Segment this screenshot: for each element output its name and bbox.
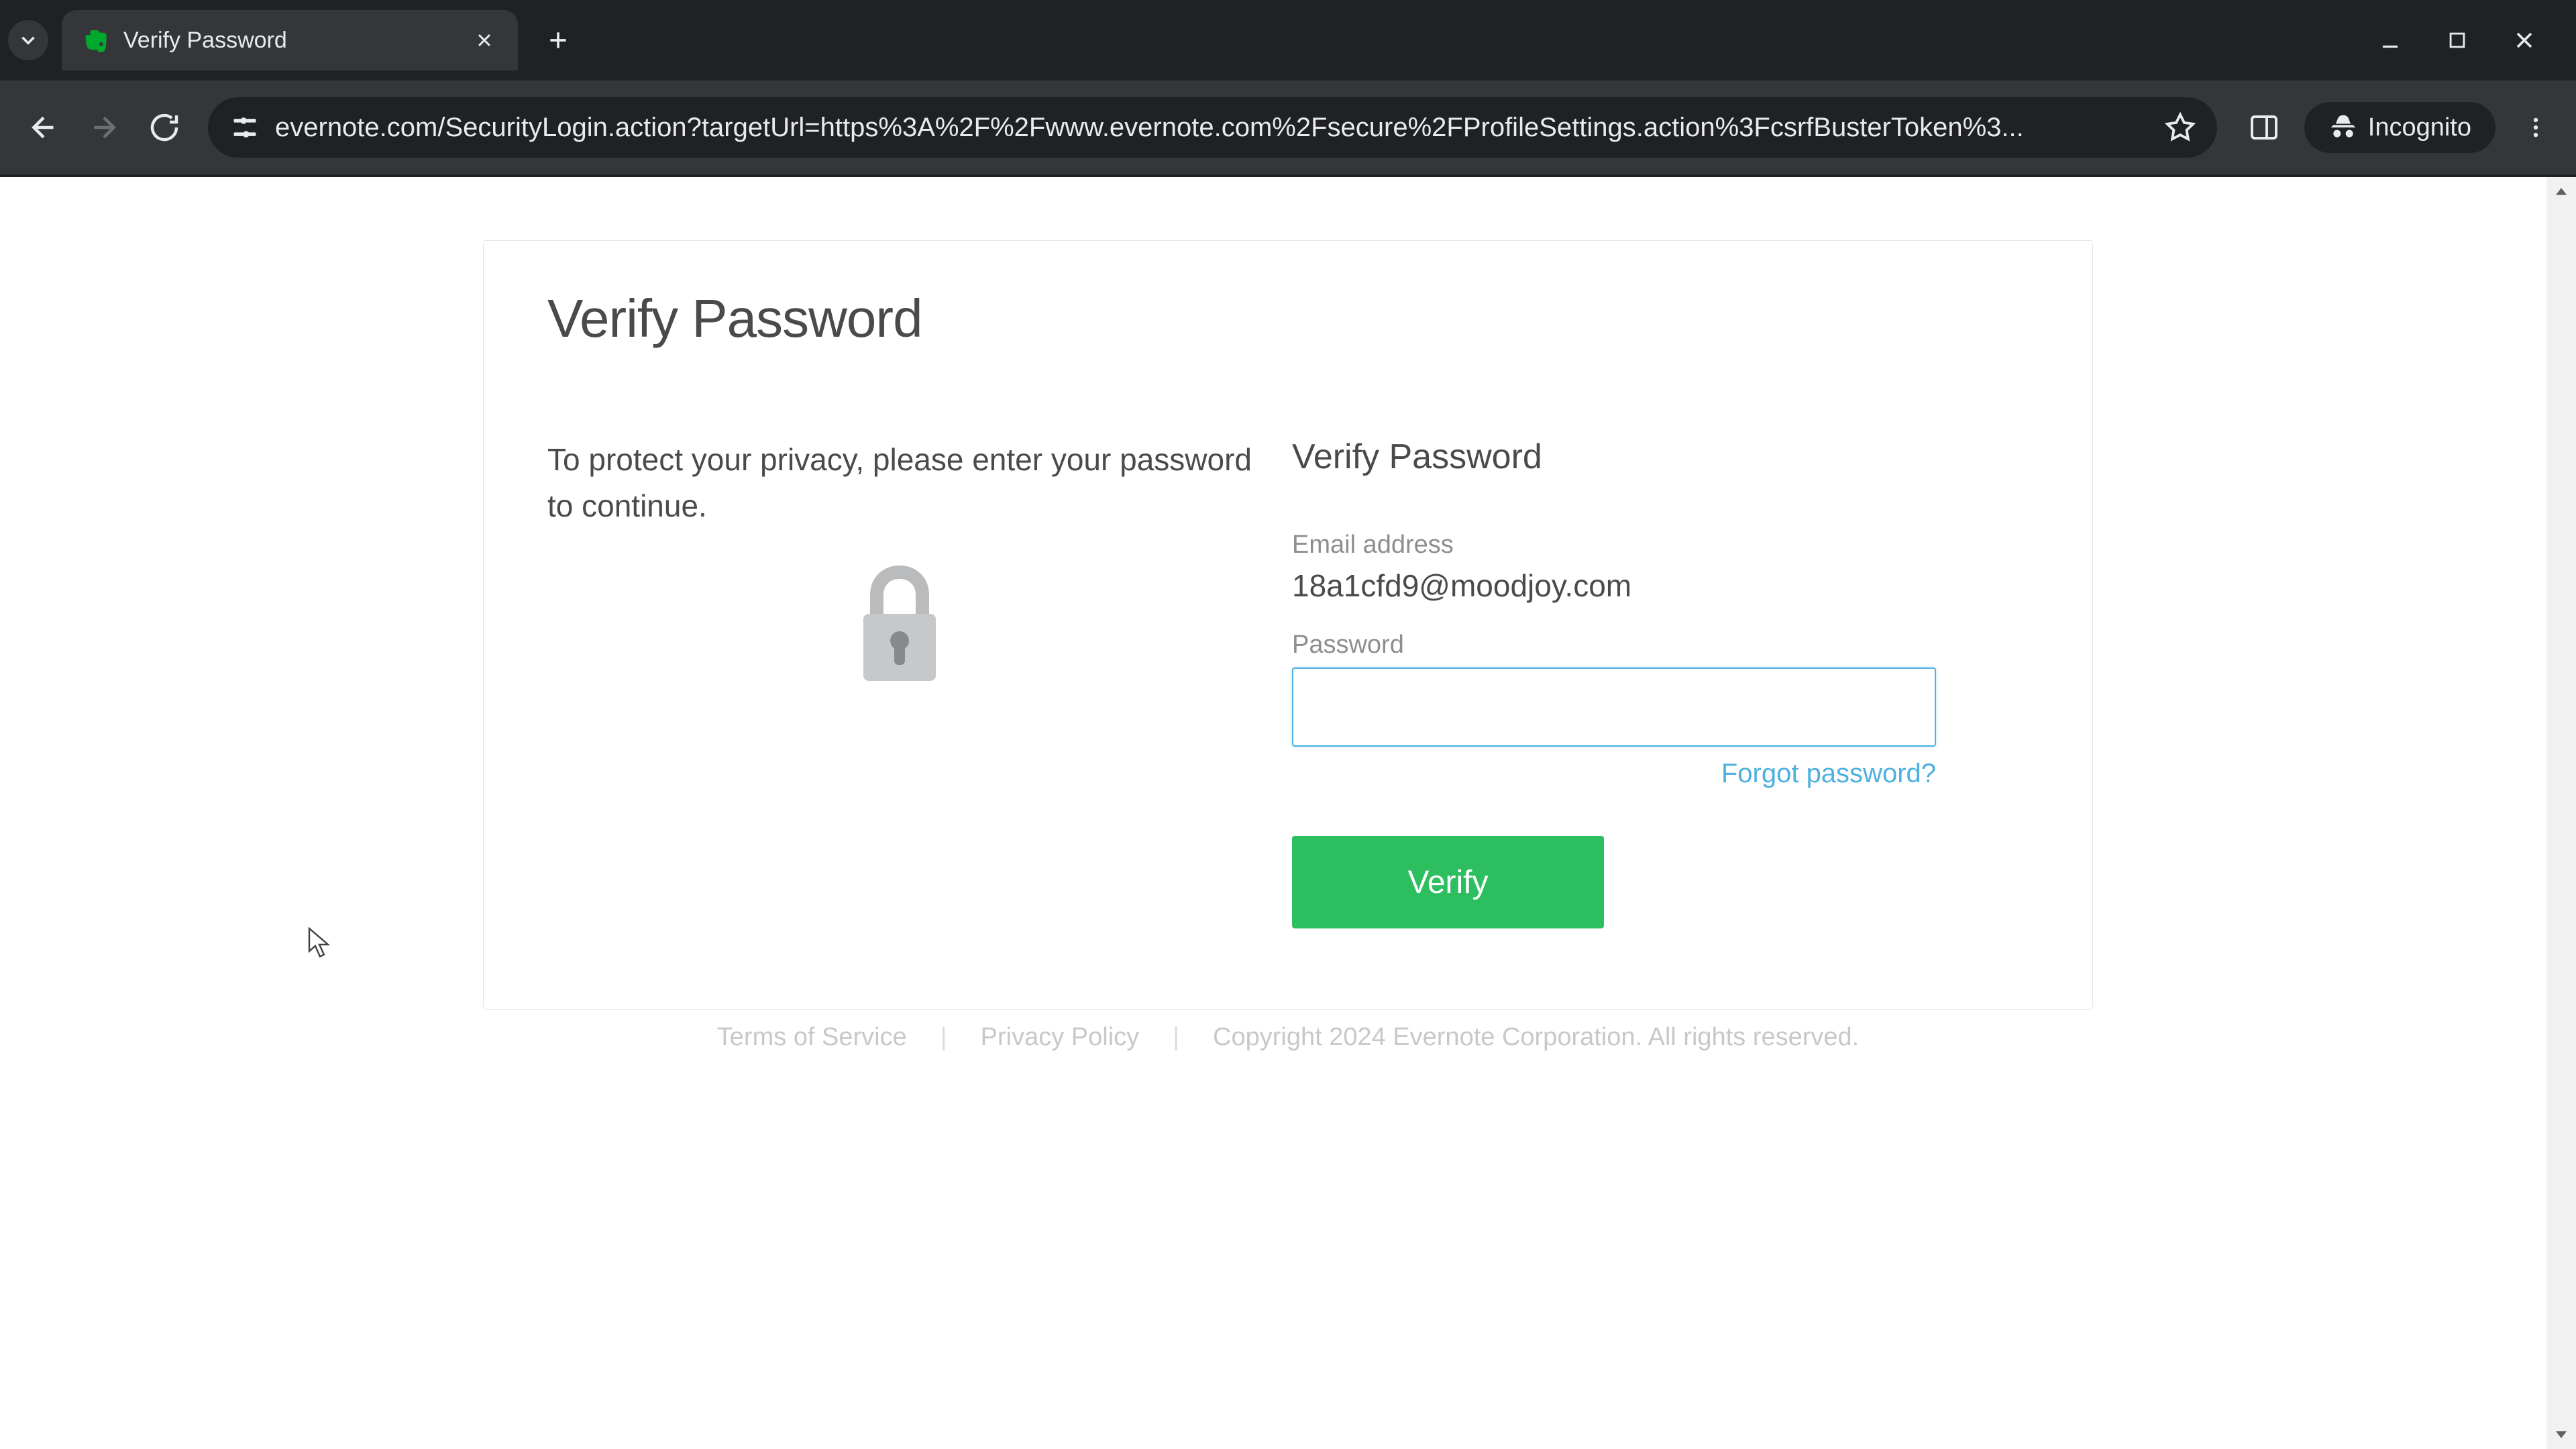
nav-forward-button[interactable] [80, 104, 127, 151]
side-panel-button[interactable] [2244, 107, 2284, 148]
lock-icon [547, 563, 1252, 690]
page-content: Verify Password To protect your privacy,… [0, 177, 2576, 1449]
incognito-icon [2328, 113, 2358, 142]
form-column: Verify Password Email address 18a1cfd9@m… [1292, 437, 1949, 928]
form-heading: Verify Password [1292, 437, 1949, 477]
scroll-down-arrow-icon[interactable] [2546, 1419, 2576, 1449]
tab-close-button[interactable] [471, 27, 498, 54]
mouse-cursor-icon [308, 927, 332, 963]
footer: Terms of Service | Privacy Policy | Copy… [0, 1023, 2576, 1052]
privacy-link[interactable]: Privacy Policy [981, 1023, 1140, 1052]
page-title: Verify Password [547, 288, 2029, 350]
verify-button[interactable]: Verify [1292, 836, 1604, 928]
site-settings-icon[interactable] [228, 111, 262, 144]
scroll-up-arrow-icon[interactable] [2546, 177, 2576, 207]
forgot-row: Forgot password? [1292, 759, 1936, 789]
copyright-text: Copyright 2024 Evernote Corporation. All… [1213, 1023, 1859, 1052]
url-text: evernote.com/SecurityLogin.action?target… [275, 113, 2150, 143]
address-bar-row: evernote.com/SecurityLogin.action?target… [0, 80, 2576, 174]
browser-menu-button[interactable] [2516, 107, 2556, 148]
two-column-layout: To protect your privacy, please enter yo… [547, 437, 2029, 928]
forgot-password-link[interactable]: Forgot password? [1721, 759, 1936, 789]
address-bar[interactable]: evernote.com/SecurityLogin.action?target… [208, 97, 2217, 158]
scrollbar[interactable] [2546, 177, 2576, 1449]
tab-bar: Verify Password [0, 0, 2576, 80]
tab-title: Verify Password [123, 28, 458, 54]
footer-divider: | [941, 1023, 947, 1052]
minimize-button[interactable] [2373, 23, 2407, 57]
info-column: To protect your privacy, please enter yo… [547, 437, 1252, 928]
browser-chrome: Verify Password [0, 0, 2576, 177]
incognito-label: Incognito [2368, 113, 2471, 142]
footer-divider: | [1173, 1023, 1179, 1052]
evernote-favicon-icon [82, 26, 110, 54]
nav-back-button[interactable] [20, 104, 67, 151]
verify-card: Verify Password To protect your privacy,… [483, 240, 2093, 1010]
incognito-badge[interactable]: Incognito [2304, 102, 2496, 153]
window-controls [2373, 23, 2568, 57]
terms-link[interactable]: Terms of Service [717, 1023, 907, 1052]
privacy-description: To protect your privacy, please enter yo… [547, 437, 1252, 529]
tab-search-dropdown[interactable] [8, 20, 48, 60]
email-value: 18a1cfd9@moodjoy.com [1292, 568, 1949, 604]
new-tab-button[interactable] [538, 20, 578, 60]
close-window-button[interactable] [2508, 23, 2541, 57]
password-label: Password [1292, 631, 1949, 659]
reload-button[interactable] [141, 104, 188, 151]
browser-tab[interactable]: Verify Password [62, 10, 518, 70]
maximize-button[interactable] [2440, 23, 2474, 57]
password-input[interactable] [1292, 667, 1936, 747]
email-label: Email address [1292, 531, 1949, 559]
bookmark-star-icon[interactable] [2163, 111, 2197, 144]
